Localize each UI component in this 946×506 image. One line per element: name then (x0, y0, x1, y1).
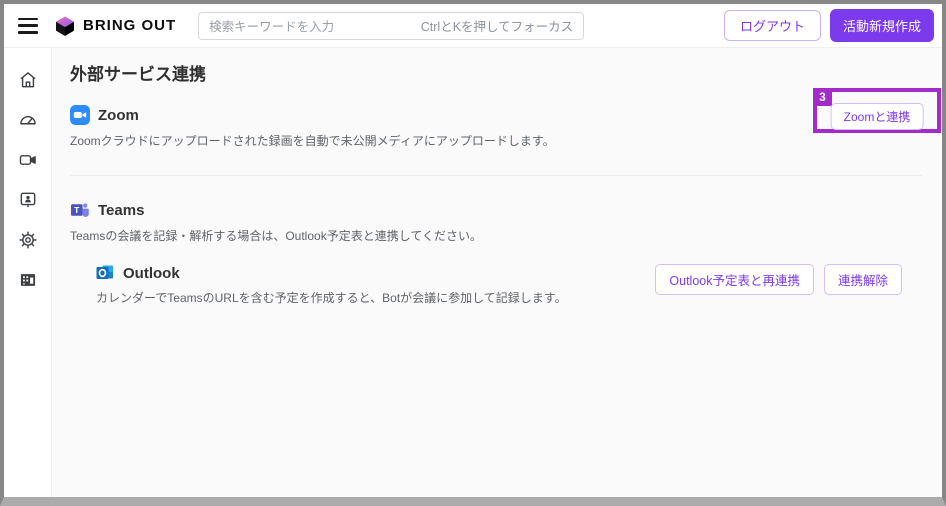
step-annotation-box: 3 Zoomと連携 (813, 88, 941, 133)
sidebar-item-settings[interactable] (10, 220, 46, 260)
zoom-section: Zoom Zoomクラウドにアップロードされた録画を自動で未公開メディアにアップ… (70, 105, 922, 149)
app-window: BRING OUT 検索キーワードを入力 CtrlとKを押してフォーカス ログア… (0, 0, 946, 506)
sidebar-item-videos[interactable] (10, 140, 46, 180)
zoom-description: Zoomクラウドにアップロードされた録画を自動で未公開メディアにアップロードしま… (70, 134, 555, 148)
step-number-badge: 3 (813, 88, 832, 106)
outlook-app-icon (96, 265, 113, 279)
sidebar-item-contacts[interactable] (10, 180, 46, 220)
zoom-title: Zoom (98, 106, 139, 124)
search-placeholder: 検索キーワードを入力 (209, 20, 335, 34)
home-icon (19, 72, 36, 88)
new-activity-button[interactable]: 活動新規作成 (829, 9, 934, 42)
sidebar-nav (4, 48, 52, 497)
zoom-connect-button[interactable]: Zoomと連携 (830, 103, 924, 130)
brand-name: BRING OUT (83, 17, 177, 34)
outlook-title: Outlook (123, 264, 180, 282)
search-input[interactable]: 検索キーワードを入力 CtrlとKを押してフォーカス (198, 11, 585, 40)
outlook-disconnect-button[interactable]: 連携解除 (823, 264, 902, 295)
zoom-app-icon (70, 105, 90, 125)
hamburger-menu-icon[interactable] (18, 17, 38, 34)
sidebar-item-home[interactable] (10, 60, 46, 100)
sidebar-item-company[interactable] (10, 260, 46, 300)
brand-logo[interactable]: BRING OUT (54, 15, 176, 37)
video-camera-icon (19, 155, 36, 165)
outlook-description: カレンダーでTeamsのURLを含む予定を作成すると、Botが会議に参加して記録… (96, 291, 567, 305)
logout-button[interactable]: ログアウト (723, 10, 821, 41)
building-icon (20, 274, 35, 286)
section-divider (70, 175, 922, 176)
teams-title: Teams (98, 201, 145, 219)
gear-icon (18, 231, 37, 249)
teams-section: T Teams Teamsの会議を記録・解析する場合は、Outlook予定表と連… (70, 200, 922, 244)
svg-text:T: T (74, 205, 80, 215)
main-content: 外部サービス連携 Zoom Zoomクラウドにアップロードされた録画を自動で未公… (52, 48, 942, 497)
contact-card-icon (20, 192, 35, 208)
outlook-section: Outlook カレンダーでTeamsのURLを含む予定を作成すると、Botが会… (70, 264, 922, 306)
page-title: 外部サービス連携 (70, 65, 206, 84)
outlook-reconnect-button[interactable]: Outlook予定表と再連携 (655, 264, 814, 295)
top-bar: BRING OUT 検索キーワードを入力 CtrlとKを押してフォーカス ログア… (4, 4, 942, 48)
dashboard-icon (19, 116, 36, 125)
cube-logo-icon (56, 16, 74, 36)
teams-app-icon: T (71, 203, 89, 217)
sidebar-item-dashboard[interactable] (10, 100, 46, 140)
search-shortcut-hint: CtrlとKを押してフォーカス (420, 20, 574, 34)
teams-description: Teamsの会議を記録・解析する場合は、Outlook予定表と連携してください。 (70, 229, 482, 243)
